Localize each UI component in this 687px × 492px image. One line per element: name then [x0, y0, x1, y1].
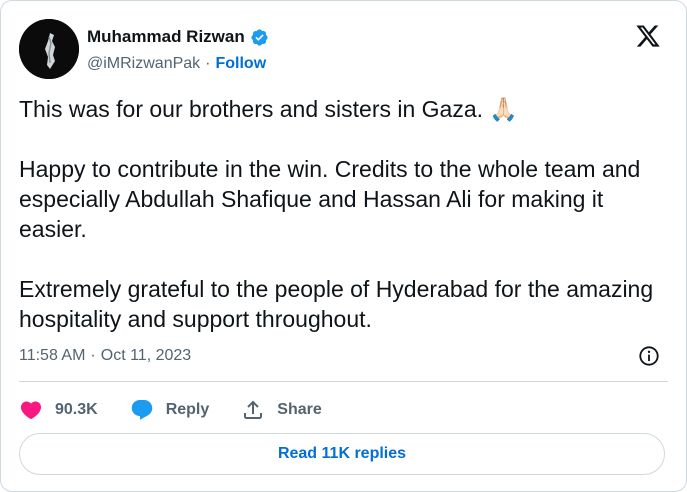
like-count: 90.3K: [55, 401, 98, 418]
author-name[interactable]: Muhammad Rizwan: [87, 27, 245, 47]
action-bar: 90.3K Reply Share: [19, 396, 354, 424]
follow-button[interactable]: Follow: [215, 55, 266, 73]
like-button[interactable]: 90.3K: [19, 398, 98, 422]
heart-icon: [20, 401, 42, 420]
x-logo-icon[interactable]: [634, 23, 662, 49]
tweet-paragraph: Happy to contribute in the win. Credits …: [19, 156, 641, 242]
share-upload-icon: [244, 400, 263, 419]
handle-separator: ·: [205, 55, 211, 72]
reply-label: Reply: [165, 401, 210, 418]
tweet-card: Muhammad Rizwan @iMRizwanPak · Follow Th…: [0, 0, 687, 492]
tweet-date: Oct 11, 2023: [100, 347, 192, 364]
tweet-timestamp[interactable]: 11:58 AM · Oct 11, 2023: [19, 347, 191, 365]
tweet-paragraph: Extremely grateful to the people of Hyde…: [19, 276, 654, 332]
author-handle-row: @iMRizwanPak · Follow: [87, 54, 269, 74]
share-label: Share: [277, 401, 322, 418]
avatar-silhouette: [19, 19, 79, 79]
timestamp-separator: ·: [90, 347, 96, 364]
tweet-paragraph: This was for our brothers and sisters in…: [19, 96, 519, 122]
verified-badge-icon: [251, 28, 268, 46]
tweet-time: 11:58 AM: [19, 347, 86, 364]
divider: [19, 381, 668, 382]
reply-button[interactable]: Reply: [130, 398, 210, 422]
avatar[interactable]: [19, 19, 79, 79]
author-info: Muhammad Rizwan @iMRizwanPak · Follow: [87, 27, 269, 74]
read-replies-button[interactable]: Read 11K replies: [19, 433, 665, 475]
tweet-header: Muhammad Rizwan @iMRizwanPak · Follow: [19, 15, 668, 79]
info-icon[interactable]: [638, 345, 660, 367]
author-name-row: Muhammad Rizwan: [87, 27, 269, 47]
share-button[interactable]: Share: [241, 398, 322, 422]
speech-bubble-icon: [131, 400, 152, 420]
tweet-text: This was for our brothers and sisters in…: [19, 94, 669, 334]
author-handle[interactable]: @iMRizwanPak: [87, 55, 200, 73]
